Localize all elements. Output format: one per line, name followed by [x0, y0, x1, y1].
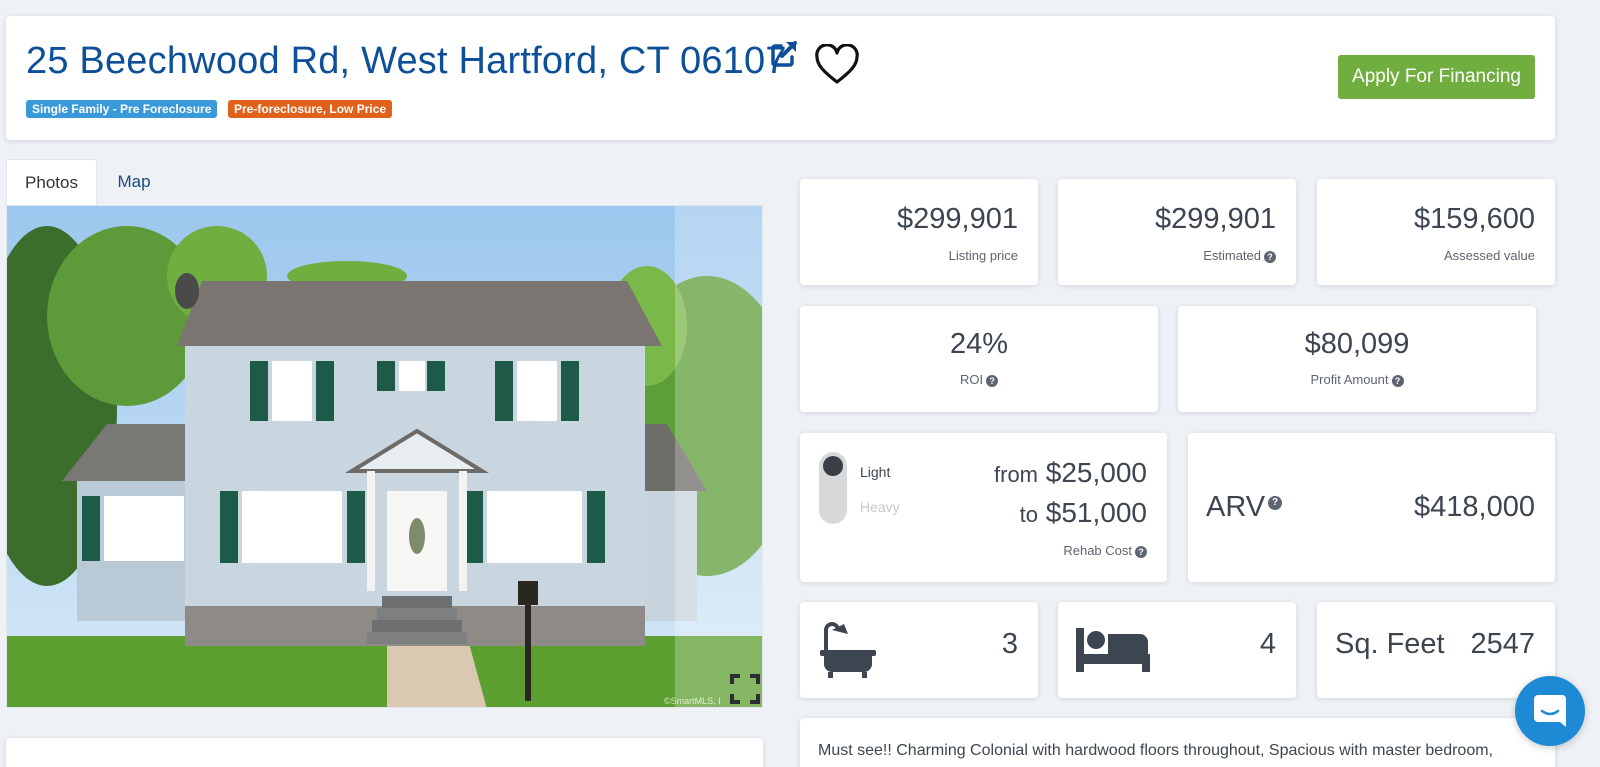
arv-value: $418,000 — [1414, 491, 1535, 523]
help-icon[interactable]: ? — [1264, 250, 1276, 263]
estimated-label-group: Estimated? — [1203, 248, 1276, 263]
chat-icon — [1534, 695, 1566, 727]
rehab-label-group: Rehab Cost? — [1063, 543, 1147, 558]
roi-value: 24% — [949, 328, 1009, 360]
arv-card: ARV? $418,000 — [1188, 433, 1555, 582]
sqft-value: 2547 — [1470, 628, 1535, 660]
help-icon[interactable]: ? — [986, 374, 999, 387]
to-word: to — [1019, 502, 1038, 527]
help-icon[interactable]: ? — [1268, 496, 1283, 511]
from-word: from — [994, 462, 1038, 487]
tab-map[interactable]: Map — [97, 159, 171, 205]
details-card — [6, 738, 763, 767]
baths-card: 3 — [800, 602, 1038, 698]
profit-value: $80,099 — [1304, 328, 1410, 360]
rehab-cost-card: Light Heavy from $25,000 to $51,000 Reha… — [800, 433, 1167, 582]
listing-price-label: Listing price — [948, 248, 1018, 263]
beds-card: 4 — [1058, 602, 1296, 698]
assessed-value-card: $159,600 Assessed value — [1317, 179, 1555, 285]
chat-button[interactable] — [1515, 676, 1585, 746]
estimated-label: Estimated — [1203, 248, 1261, 263]
profit-label: Profit Amount — [1310, 372, 1389, 387]
roi-label-group: ROI? — [800, 372, 1158, 387]
rehab-to-group: to $51,000 — [1020, 497, 1147, 529]
listing-price-value: $299,901 — [897, 203, 1018, 235]
roi-label: ROI — [959, 372, 984, 387]
property-type-badge: Single Family - Pre Foreclosure — [26, 100, 218, 118]
help-icon[interactable]: ? — [1135, 545, 1147, 558]
property-header: 25 Beechwood Rd, West Hartford, CT 06107… — [6, 16, 1555, 140]
status-badge: Pre-foreclosure, Low Price — [228, 100, 393, 118]
sqft-label: Sq. Feet — [1335, 628, 1445, 660]
heavy-label[interactable]: Heavy — [860, 499, 900, 515]
profit-card: $80,099 Profit Amount? — [1178, 306, 1536, 412]
profit-label-group: Profit Amount? — [1178, 372, 1536, 387]
arv-label: ARV — [1206, 491, 1266, 523]
estimated-value: $299,901 — [1155, 203, 1276, 235]
toggle-knob — [823, 456, 843, 476]
baths-value: 3 — [1001, 628, 1018, 660]
listing-price-card: $299,901 Listing price — [800, 179, 1038, 285]
arv-label-group: ARV? — [1206, 491, 1283, 524]
external-link-icon[interactable] — [768, 38, 800, 70]
photo-watermark: ©SmartMLS, I — [664, 696, 721, 706]
heart-icon[interactable] — [814, 44, 860, 86]
rehab-label: Rehab Cost — [1063, 543, 1132, 558]
bed-icon — [1076, 628, 1150, 672]
description-text: Must see!! Charming Colonial with hardwo… — [818, 742, 1493, 759]
estimated-card: $299,901 Estimated? — [1058, 179, 1296, 285]
rehab-from-group: from $25,000 — [994, 457, 1147, 489]
roi-card: 24% ROI? — [800, 306, 1158, 412]
rehab-level-toggle[interactable] — [819, 452, 847, 524]
rehab-to-value: $51,000 — [1045, 497, 1147, 528]
description-card: Must see!! Charming Colonial with hardwo… — [800, 718, 1555, 767]
tab-photos[interactable]: Photos — [6, 159, 97, 205]
beds-value: 4 — [1259, 628, 1276, 660]
property-address: 25 Beechwood Rd, West Hartford, CT 06107 — [26, 40, 787, 82]
assessed-label: Assessed value — [1443, 248, 1535, 263]
rehab-from-value: $25,000 — [1045, 457, 1147, 488]
sqft-card: Sq. Feet 2547 — [1317, 602, 1555, 698]
bathtub-icon — [820, 622, 876, 678]
assessed-value: $159,600 — [1414, 203, 1535, 235]
apply-financing-button[interactable]: Apply For Financing — [1338, 55, 1535, 99]
light-label[interactable]: Light — [860, 464, 890, 480]
fullscreen-icon[interactable] — [728, 672, 762, 706]
help-icon[interactable]: ? — [1391, 374, 1404, 387]
property-photo[interactable] — [6, 205, 763, 708]
